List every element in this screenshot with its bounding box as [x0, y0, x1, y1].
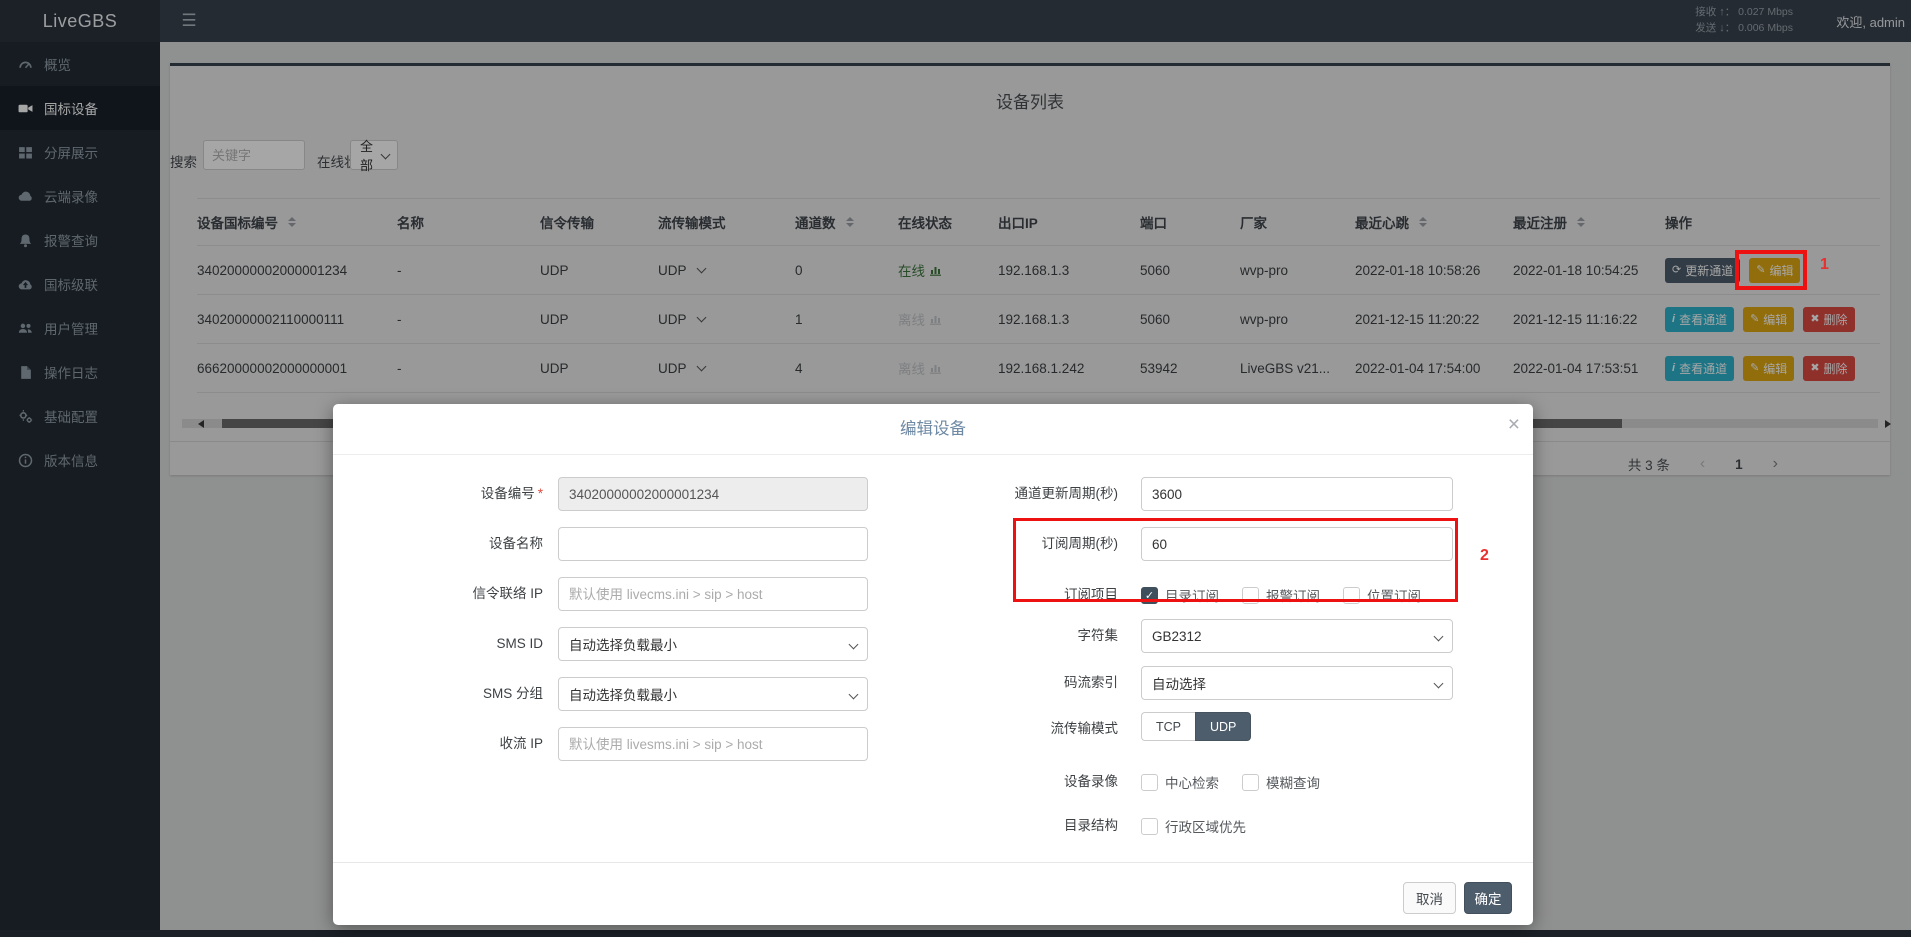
recv-ip-field[interactable]: [558, 727, 868, 761]
modal-footer: 取消 确定: [333, 862, 1533, 925]
admin-region-first-label[interactable]: 行政区域优先: [1165, 816, 1246, 836]
fuzzy-query-label[interactable]: 模糊查询: [1266, 772, 1320, 792]
tcp-option[interactable]: TCP: [1141, 712, 1195, 741]
fuzzy-query-checkbox[interactable]: [1242, 774, 1259, 791]
sms-group-select[interactable]: 自动选择负载最小: [558, 677, 868, 711]
chevron-down-icon: [1434, 679, 1444, 689]
charset-select[interactable]: GB2312: [1141, 619, 1453, 653]
catalog-struct-label: 目录结构: [973, 809, 1118, 843]
device-id-label: 设备编号*: [353, 477, 543, 511]
stream-mode-toggle: TCP UDP: [1141, 712, 1251, 741]
charset-label: 字符集: [973, 619, 1118, 653]
stream-index-label: 码流索引: [973, 666, 1118, 700]
cancel-button[interactable]: 取消: [1403, 882, 1456, 914]
catalog-struct-group: 行政区域优先: [1141, 816, 1262, 836]
stream-mode-label: 流传输模式: [973, 712, 1118, 746]
close-icon[interactable]: ×: [1508, 410, 1520, 439]
center-search-label[interactable]: 中心检索: [1165, 772, 1219, 792]
screen: LiveGBS ☰ 接收 ↑： 0.027 Mbps 发送 ↓： 0.006 M…: [0, 0, 1911, 937]
device-name-label: 设备名称: [353, 527, 543, 561]
modal-title: 编辑设备: [333, 404, 1533, 455]
recv-ip-label: 收流 IP: [353, 727, 543, 761]
device-record-label: 设备录像: [973, 765, 1118, 799]
annotation-box-1: [1735, 250, 1807, 290]
device-name-field[interactable]: [558, 527, 868, 561]
chevron-down-icon: [849, 640, 859, 650]
annotation-label-1: 1: [1820, 256, 1829, 274]
channel-period-label: 通道更新周期(秒): [973, 477, 1118, 511]
center-search-checkbox[interactable]: [1141, 774, 1158, 791]
stream-index-select[interactable]: 自动选择: [1141, 666, 1453, 700]
device-record-group: 中心检索 模糊查询: [1141, 772, 1336, 792]
chevron-down-icon: [849, 690, 859, 700]
device-id-field: [558, 477, 868, 511]
signal-ip-label: 信令联络 IP: [353, 577, 543, 611]
channel-period-field[interactable]: [1141, 477, 1453, 511]
admin-region-first-checkbox[interactable]: [1141, 818, 1158, 835]
signal-ip-field[interactable]: [558, 577, 868, 611]
sms-id-select[interactable]: 自动选择负载最小: [558, 627, 868, 661]
confirm-button[interactable]: 确定: [1464, 882, 1512, 914]
annotation-label-2: 2: [1480, 547, 1489, 565]
udp-option[interactable]: UDP: [1195, 712, 1251, 741]
annotation-box-2: [1013, 518, 1458, 602]
sms-id-label: SMS ID: [353, 627, 543, 661]
chevron-down-icon: [1434, 632, 1444, 642]
edit-device-modal: 编辑设备 × 设备编号* 设备名称 信令联络 IP SMS ID 自动选择负载最…: [333, 404, 1533, 925]
sms-group-label: SMS 分组: [353, 677, 543, 711]
